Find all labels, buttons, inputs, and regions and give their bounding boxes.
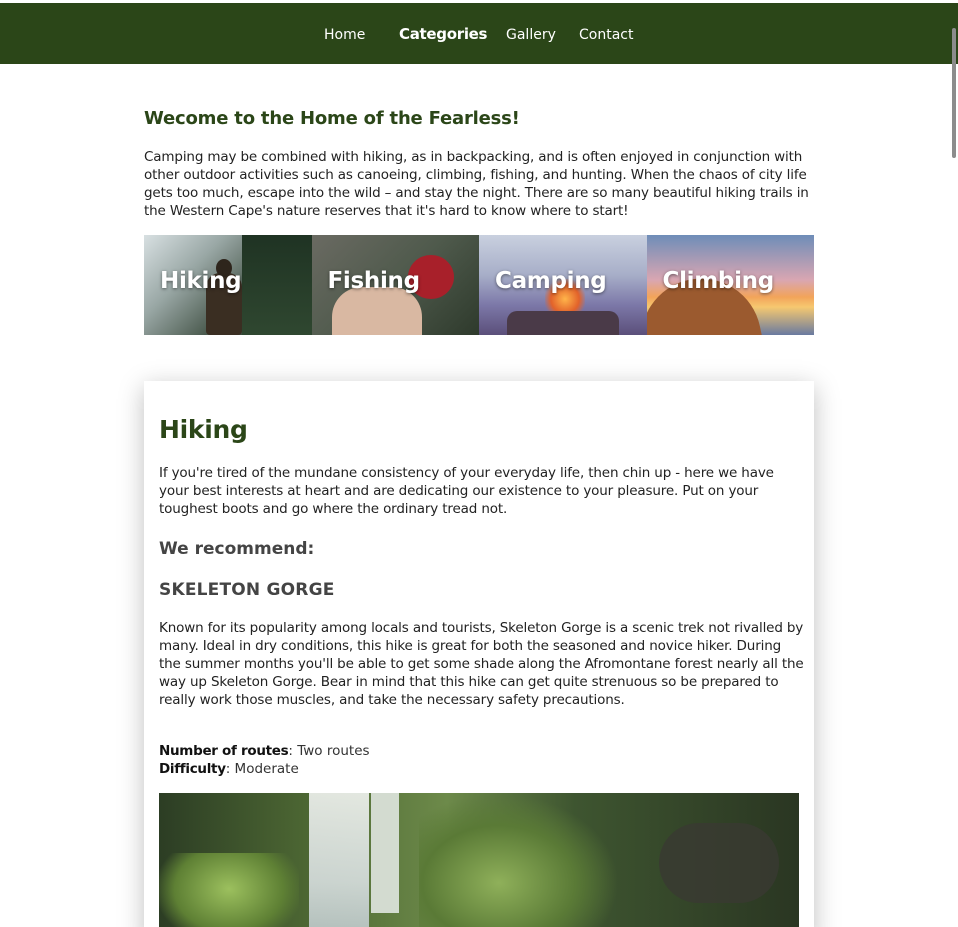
category-tile-climbing[interactable]: Climbing [646, 235, 814, 335]
routes-label: Number of routes [159, 743, 289, 759]
photo-foliage-center [419, 793, 619, 927]
category-tile-label: Fishing [327, 268, 421, 294]
page-scrollbar[interactable] [950, 28, 958, 160]
photo-waterfall-main [309, 793, 369, 927]
hiking-trees-image [241, 235, 312, 335]
trail-name: SKELETON GORGE [159, 580, 335, 600]
recommend-heading: We recommend: [159, 539, 315, 559]
welcome-heading: Wecome to the Home of the Fearless! [144, 108, 520, 129]
section-intro: If you're tired of the mundane consisten… [159, 465, 774, 517]
photo-foliage-left [159, 853, 299, 927]
nav-categories-link[interactable]: Categories [399, 26, 487, 42]
category-tile-fishing[interactable]: Fishing [311, 235, 479, 335]
photo-waterfall-side [371, 793, 399, 913]
nav-gallery-link[interactable]: Gallery [506, 27, 556, 43]
category-tile-hiking[interactable]: Hiking [144, 235, 312, 335]
trail-stats: Number of routes: Two routes Difficulty:… [159, 742, 370, 778]
difficulty-label: Difficulty [159, 761, 226, 777]
photo-rock [659, 823, 779, 903]
fishing-hand-image [331, 287, 422, 335]
main-navigation: Home Categories Gallery Contact [0, 3, 958, 64]
campfire-logs-image [507, 311, 619, 335]
category-tile-label: Hiking [160, 268, 242, 294]
welcome-paragraph: Camping may be combined with hiking, as … [144, 149, 809, 219]
routes-row: Number of routes: Two routes [159, 742, 370, 760]
nav-contact-link[interactable]: Contact [579, 27, 633, 43]
difficulty-row: Difficulty: Moderate [159, 760, 370, 778]
category-tile-camping[interactable]: Camping [479, 235, 647, 335]
routes-value: : Two routes [288, 743, 370, 759]
hiking-card: Hiking If you're tired of the mundane co… [144, 381, 814, 927]
trail-description: Known for its popularity among locals an… [159, 620, 804, 708]
difficulty-value: : Moderate [225, 761, 299, 777]
waterfall-photo [159, 793, 799, 927]
category-tile-label: Climbing [662, 268, 775, 294]
scrollbar-thumb[interactable] [952, 28, 956, 158]
category-tiles: Hiking Fishing Camping Climbing [144, 235, 814, 335]
category-tile-label: Camping [495, 268, 607, 294]
section-title: Hiking [159, 415, 248, 444]
nav-home-link[interactable]: Home [324, 27, 365, 43]
